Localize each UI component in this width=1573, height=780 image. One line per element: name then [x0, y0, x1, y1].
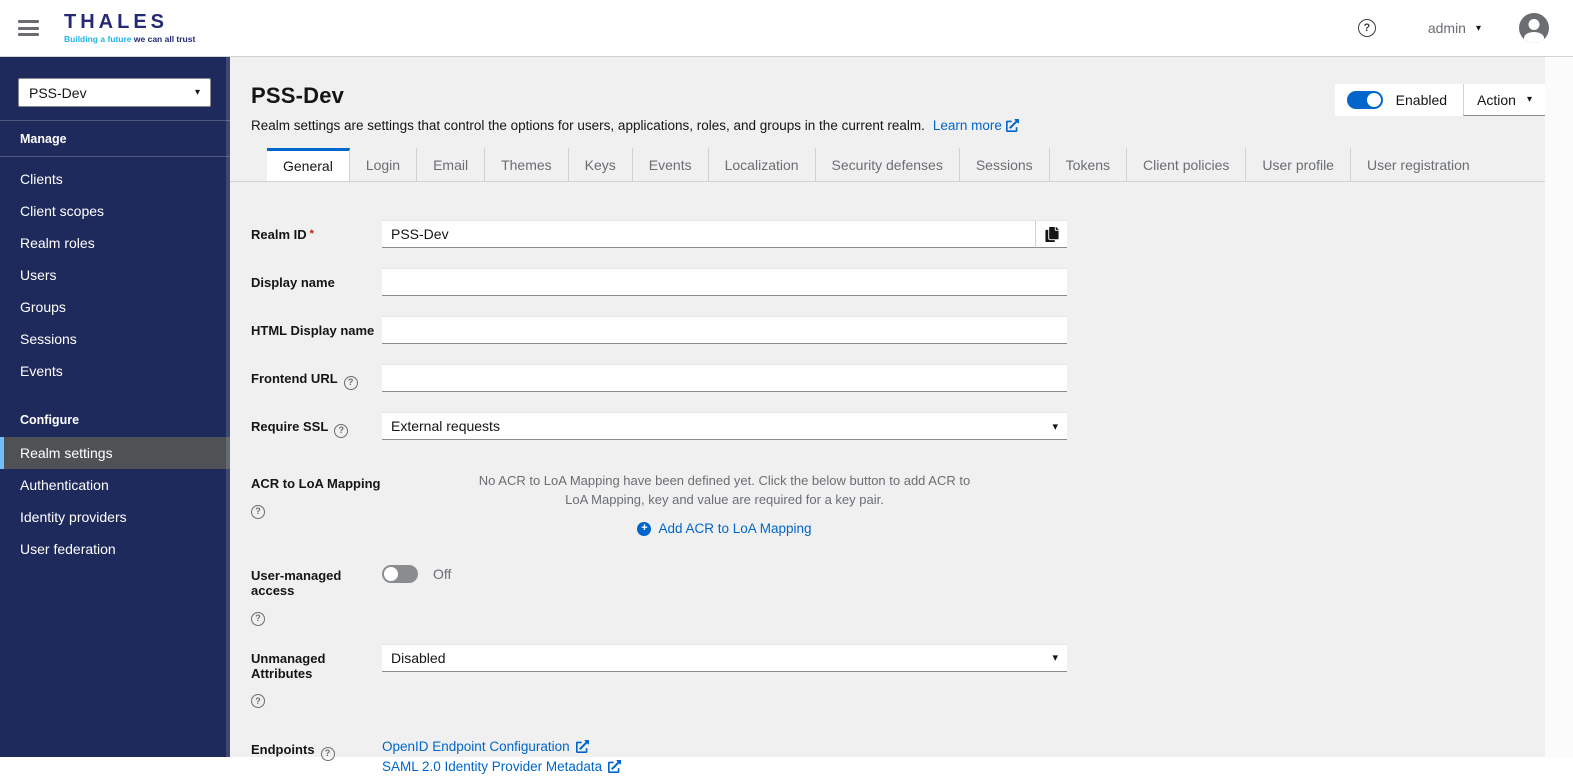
help-icon[interactable]: ?	[1357, 19, 1376, 37]
caret-down-icon: ▾	[1052, 420, 1058, 433]
tab-security-defenses[interactable]: Security defenses	[816, 148, 960, 181]
require-ssl-label: Require SSL?	[251, 412, 382, 440]
caret-down-icon: ▾	[1526, 94, 1532, 105]
copy-icon	[1044, 226, 1059, 242]
display-name-input[interactable]	[382, 268, 1067, 296]
tab-bar: General Login Email Themes Keys Events L…	[230, 148, 1545, 182]
required-marker: *	[309, 228, 314, 240]
help-icon[interactable]: ?	[251, 504, 265, 519]
avatar[interactable]	[1519, 13, 1549, 43]
tab-sessions[interactable]: Sessions	[960, 148, 1050, 181]
html-display-name-label: HTML Display name	[251, 323, 375, 338]
topbar: THALES Building a future we can all trus…	[0, 0, 1573, 57]
external-link-icon	[1005, 119, 1019, 132]
display-name-label: Display name	[251, 275, 335, 290]
realm-id-input[interactable]	[382, 220, 1035, 248]
user-managed-access-state: Off	[433, 566, 452, 582]
sidebar-item-events[interactable]: Events	[0, 355, 230, 387]
avatar-person-icon	[1528, 19, 1540, 30]
brand-name: THALES	[64, 11, 168, 34]
help-icon[interactable]: ?	[251, 694, 265, 708]
action-dropdown-button[interactable]: Action ▾	[1463, 84, 1545, 116]
sidebar-item-client-scopes[interactable]: Client scopes	[0, 195, 230, 227]
help-icon[interactable]: ?	[251, 611, 265, 626]
external-link-icon	[608, 760, 622, 773]
tab-email[interactable]: Email	[417, 148, 486, 181]
unmanaged-attributes-select[interactable]: Disabled ▾	[382, 643, 1067, 672]
general-settings-form: Realm ID* Display name HTML Display name…	[230, 182, 1545, 776]
caret-down-icon: ▾	[194, 87, 200, 98]
tab-user-profile[interactable]: User profile	[1246, 148, 1351, 181]
sidebar-item-authentication[interactable]: Authentication	[0, 469, 230, 501]
frontend-url-input[interactable]	[382, 364, 1067, 392]
sidebar-item-realm-roles[interactable]: Realm roles	[0, 227, 230, 259]
saml-metadata-link[interactable]: SAML 2.0 Identity Provider Metadata	[382, 757, 1067, 776]
help-icon[interactable]: ?	[320, 746, 335, 761]
endpoints-label: Endpoints?	[251, 735, 382, 776]
realm-controls: Enabled Action ▾	[1334, 84, 1545, 116]
tab-tokens[interactable]: Tokens	[1050, 148, 1128, 181]
tab-themes[interactable]: Themes	[485, 148, 569, 181]
frontend-url-label: Frontend URL?	[251, 364, 382, 392]
scrollbar-track[interactable]	[1545, 57, 1573, 757]
menu-toggle-icon[interactable]	[18, 20, 39, 36]
caret-down-icon: ▾	[1052, 652, 1058, 664]
realm-enabled-toggle[interactable]	[1346, 91, 1383, 109]
learn-more-link[interactable]: Learn more	[933, 118, 1019, 133]
openid-endpoint-configuration-link[interactable]: OpenID Endpoint Configuration	[382, 737, 1067, 756]
sidebar-item-users[interactable]: Users	[0, 259, 230, 291]
tab-login[interactable]: Login	[350, 148, 418, 181]
caret-down-icon: ▾	[1475, 22, 1481, 34]
divider	[0, 156, 230, 157]
acr-empty-state-text: No ACR to LoA Mapping have been defined …	[478, 473, 971, 507]
copy-button[interactable]	[1035, 220, 1067, 248]
realm-selector-value: PSS-Dev	[29, 84, 87, 101]
page-description: Realm settings are settings that control…	[251, 118, 1545, 133]
brand-tagline: Building a future we can all trust	[64, 34, 196, 45]
unmanaged-attributes-label: Unmanaged Attributes ?	[251, 644, 382, 708]
tab-client-policies[interactable]: Client policies	[1127, 148, 1247, 181]
sidebar-item-identity-providers[interactable]: Identity providers	[0, 501, 230, 533]
tab-localization[interactable]: Localization	[709, 148, 816, 181]
enabled-label: Enabled	[1395, 92, 1448, 108]
tab-general[interactable]: General	[267, 148, 350, 181]
tab-events[interactable]: Events	[633, 148, 709, 181]
html-display-name-input[interactable]	[382, 316, 1067, 344]
user-name: admin	[1427, 20, 1466, 36]
acr-to-loa-label: ACR to LoA Mapping ?	[251, 469, 382, 536]
sidebar-item-user-federation[interactable]: User federation	[0, 533, 230, 565]
nav-section-configure: Configure	[20, 413, 80, 427]
sidebar: PSS-Dev ▾ Manage Clients Client scopes R…	[0, 57, 230, 757]
realm-id-label: Realm ID *	[251, 227, 314, 242]
help-icon[interactable]: ?	[334, 423, 349, 438]
sidebar-item-realm-settings[interactable]: Realm settings	[0, 437, 230, 469]
user-menu[interactable]: admin ▾	[1428, 20, 1481, 36]
nav-section-manage: Manage	[20, 132, 67, 146]
user-managed-access-toggle[interactable]	[382, 565, 418, 583]
tab-keys[interactable]: Keys	[569, 148, 633, 181]
external-link-icon	[575, 740, 589, 753]
sidebar-item-groups[interactable]: Groups	[0, 291, 230, 323]
realm-selector[interactable]: PSS-Dev ▾	[18, 78, 211, 107]
main-content: PSS-Dev Realm settings are settings that…	[230, 57, 1545, 774]
sidebar-item-clients[interactable]: Clients	[0, 163, 230, 195]
plus-circle-icon: +	[637, 521, 652, 536]
user-managed-access-label: User-managed access ?	[251, 561, 382, 626]
help-icon[interactable]: ?	[343, 375, 358, 390]
sidebar-item-sessions[interactable]: Sessions	[0, 323, 230, 355]
tab-user-registration[interactable]: User registration	[1351, 148, 1486, 181]
add-acr-to-loa-button[interactable]: + Add ACR to LoA Mapping	[382, 521, 1067, 536]
require-ssl-select[interactable]: External requests ▾	[382, 412, 1067, 440]
thales-logo: THALES Building a future we can all trus…	[64, 12, 195, 44]
